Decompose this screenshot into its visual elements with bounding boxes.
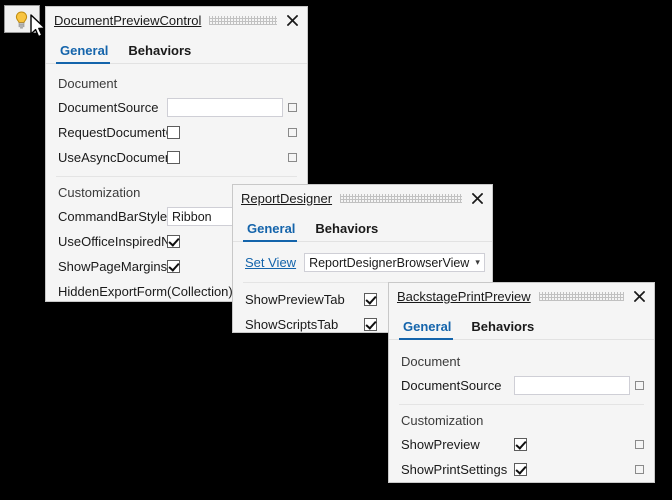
row-label: ShowPageMargins bbox=[58, 259, 167, 274]
row-value bbox=[514, 438, 648, 451]
row-documentsource[interactable]: DocumentSource bbox=[389, 373, 654, 398]
lightbulb-icon bbox=[14, 11, 29, 29]
row-label: ShowPreviewTab bbox=[245, 292, 345, 307]
binding-square-icon[interactable] bbox=[635, 465, 644, 474]
row-label: CommandBarStyle bbox=[58, 209, 167, 224]
tab-general[interactable]: General bbox=[56, 44, 118, 63]
row-requestdocumentcreation[interactable]: RequestDocumentCr... bbox=[46, 120, 307, 145]
group-header-document: Document bbox=[389, 350, 654, 373]
chevron-down-icon[interactable]: ▾ bbox=[469, 258, 480, 267]
binding-square-icon[interactable] bbox=[635, 440, 644, 449]
row-label: RequestDocumentCr... bbox=[58, 125, 167, 140]
row-label: DocumentSource bbox=[401, 378, 501, 393]
tabstrip[interactable]: General Behaviors bbox=[46, 34, 307, 64]
binding-cell[interactable] bbox=[630, 381, 648, 390]
row-value bbox=[514, 376, 648, 395]
row-showprintsettings[interactable]: ShowPrintSettings bbox=[389, 457, 654, 482]
drag-gripper[interactable] bbox=[539, 292, 624, 301]
panel-backstage-print-preview[interactable]: BackstagePrintPreview General Behaviors … bbox=[388, 282, 655, 483]
binding-cell[interactable] bbox=[630, 465, 648, 474]
row-value bbox=[167, 126, 301, 139]
binding-cell[interactable] bbox=[283, 153, 301, 162]
tab-behaviors[interactable]: Behaviors bbox=[305, 222, 388, 241]
panel-title-text: BackstagePrintPreview bbox=[397, 289, 535, 304]
group-header-customization: Customization bbox=[389, 409, 654, 432]
binding-cell[interactable] bbox=[283, 128, 301, 137]
row-value bbox=[514, 463, 648, 476]
divider bbox=[56, 176, 297, 177]
panel-title-text: ReportDesigner bbox=[241, 191, 336, 206]
row-label: DocumentSource bbox=[58, 100, 158, 115]
tab-behaviors[interactable]: Behaviors bbox=[118, 44, 201, 63]
row-showpreview[interactable]: ShowPreview bbox=[389, 432, 654, 457]
panel-title-bar[interactable]: BackstagePrintPreview bbox=[389, 283, 654, 310]
showprintsettings-checkbox[interactable] bbox=[514, 463, 527, 476]
divider bbox=[399, 404, 644, 405]
row-label: HiddenExportFormats bbox=[58, 284, 167, 299]
panel-body: Document DocumentSource Customization Sh… bbox=[389, 340, 654, 488]
tab-behaviors[interactable]: Behaviors bbox=[461, 320, 544, 339]
showpagemargins-checkbox[interactable] bbox=[167, 260, 180, 273]
requestdocumentcreation-checkbox[interactable] bbox=[167, 126, 180, 139]
useasyncdocumentcreation-checkbox[interactable] bbox=[167, 151, 180, 164]
row-useasyncdocumentcreation[interactable]: UseAsyncDocument... bbox=[46, 145, 307, 170]
row-value bbox=[167, 151, 301, 164]
binding-square-icon[interactable] bbox=[288, 128, 297, 137]
row-set-view[interactable]: Set View ReportDesignerBrowserView ▾ bbox=[233, 249, 492, 276]
panel-title-bar[interactable]: ReportDesigner bbox=[233, 185, 492, 212]
binding-square-icon[interactable] bbox=[635, 381, 644, 390]
set-view-link[interactable]: Set View bbox=[245, 255, 296, 270]
panel-title-text: DocumentPreviewControl bbox=[54, 13, 205, 28]
close-icon[interactable] bbox=[628, 286, 650, 308]
commandbarstyle-value: Ribbon bbox=[172, 210, 212, 224]
row-label: ShowPrintSettings bbox=[401, 462, 507, 477]
row-label: UseAsyncDocument... bbox=[58, 150, 167, 165]
close-icon[interactable] bbox=[281, 10, 303, 32]
set-view-combobox[interactable]: ReportDesignerBrowserView ▾ bbox=[304, 253, 485, 272]
binding-cell[interactable] bbox=[283, 103, 301, 112]
panel-title-bar[interactable]: DocumentPreviewControl bbox=[46, 7, 307, 34]
showpreviewtab-checkbox[interactable] bbox=[364, 293, 377, 306]
tabstrip[interactable]: General Behaviors bbox=[233, 212, 492, 242]
binding-square-icon[interactable] bbox=[288, 153, 297, 162]
documentsource-input[interactable] bbox=[167, 98, 283, 117]
row-value bbox=[167, 98, 301, 117]
row-label: ShowPreview bbox=[401, 437, 480, 452]
group-header-document: Document bbox=[46, 72, 307, 95]
smart-tag-button[interactable] bbox=[4, 5, 40, 33]
drag-gripper[interactable] bbox=[209, 16, 277, 25]
close-icon[interactable] bbox=[466, 188, 488, 210]
showpreview-checkbox[interactable] bbox=[514, 438, 527, 451]
documentsource-input[interactable] bbox=[514, 376, 630, 395]
tab-general[interactable]: General bbox=[399, 320, 461, 339]
row-value: ReportDesignerBrowserView ▾ bbox=[304, 253, 491, 272]
binding-square-icon[interactable] bbox=[288, 103, 297, 112]
useofficeinspirednavigation-checkbox[interactable] bbox=[167, 235, 180, 248]
binding-cell[interactable] bbox=[630, 440, 648, 449]
row-label: UseOfficeInspiredNa... bbox=[58, 234, 167, 249]
showscriptstab-checkbox[interactable] bbox=[364, 318, 377, 331]
tab-general[interactable]: General bbox=[243, 222, 305, 241]
row-label: ShowScriptsTab bbox=[245, 317, 338, 332]
tabstrip[interactable]: General Behaviors bbox=[389, 310, 654, 340]
drag-gripper[interactable] bbox=[340, 194, 462, 203]
set-view-value: ReportDesignerBrowserView bbox=[309, 256, 469, 270]
row-documentsource[interactable]: DocumentSource bbox=[46, 95, 307, 120]
